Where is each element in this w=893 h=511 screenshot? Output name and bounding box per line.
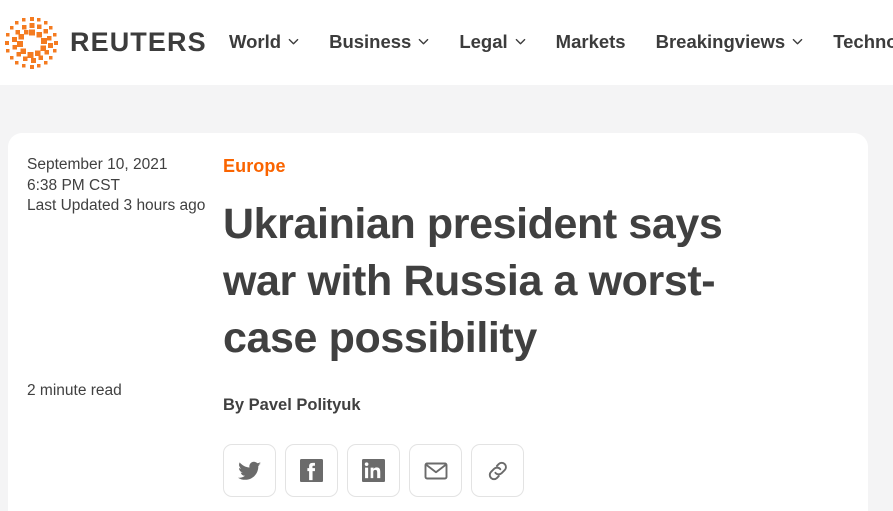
nav-item-legal[interactable]: Legal — [459, 33, 525, 52]
nav-item-label: Breakingviews — [655, 31, 786, 53]
nav-item-label: Legal — [459, 31, 508, 53]
reuters-logo-link[interactable]: REUTERS® — [4, 15, 215, 71]
article-card: September 10, 2021 6:38 PM CST Last Upda… — [8, 133, 868, 511]
nav-item-business[interactable]: Business — [329, 33, 429, 52]
share-button-row — [223, 444, 843, 497]
header-divider-gap — [0, 85, 893, 99]
nav-item-world[interactable]: World — [229, 33, 299, 52]
read-time: 2 minute read — [27, 382, 122, 399]
link-icon — [485, 458, 511, 484]
primary-navigation: World Business Legal Markets Breakingvie… — [207, 33, 893, 52]
email-icon — [423, 458, 449, 484]
header-logo-area: REUTERS® — [0, 0, 215, 85]
reuters-dotted-circle-logo-icon — [4, 15, 60, 71]
share-linkedin-button[interactable] — [347, 444, 400, 497]
nav-item-breakingviews[interactable]: Breakingviews — [656, 33, 804, 52]
nav-item-label: Business — [329, 31, 412, 53]
share-email-button[interactable] — [409, 444, 462, 497]
publish-date: September 10, 2021 — [27, 156, 168, 173]
share-twitter-button[interactable] — [223, 444, 276, 497]
brand-name-text: REUTERS — [70, 27, 207, 57]
share-facebook-button[interactable] — [285, 444, 338, 497]
publish-time: 6:38 PM CST — [27, 176, 121, 194]
page-title: Ukrainian president says war with Russia… — [223, 200, 723, 362]
primary-navigation-panel: World Business Legal Markets Breakingvie… — [207, 0, 893, 85]
facebook-icon — [300, 459, 323, 482]
article-kicker-europe[interactable]: Europe — [223, 155, 286, 177]
share-copy-link-button[interactable] — [471, 444, 524, 497]
chevron-down-icon — [288, 36, 299, 47]
article-byline: By Pavel Polityuk — [223, 396, 361, 414]
article-main-column: Europe Ukrainian president says war with… — [223, 155, 843, 497]
site-header: REUTERS® World Business Leg — [0, 0, 893, 85]
chevron-down-icon — [515, 36, 526, 47]
chevron-down-icon — [792, 36, 803, 47]
nav-item-label: Markets — [555, 31, 626, 53]
article-meta-rail: September 10, 2021 6:38 PM CST Last Upda… — [27, 155, 207, 217]
nav-item-markets[interactable]: Markets — [556, 33, 626, 52]
chevron-down-icon — [418, 36, 429, 47]
brand-wordmark: REUTERS® — [70, 29, 215, 56]
nav-item-technology[interactable]: Technology — [833, 33, 893, 52]
linkedin-icon — [362, 459, 385, 482]
twitter-icon — [237, 459, 262, 483]
nav-item-label: Technology — [833, 31, 893, 53]
nav-item-label: World — [229, 31, 282, 53]
last-updated: Last Updated 3 hours ago — [27, 197, 206, 214]
page-root: REUTERS® World Business Leg — [0, 0, 893, 511]
